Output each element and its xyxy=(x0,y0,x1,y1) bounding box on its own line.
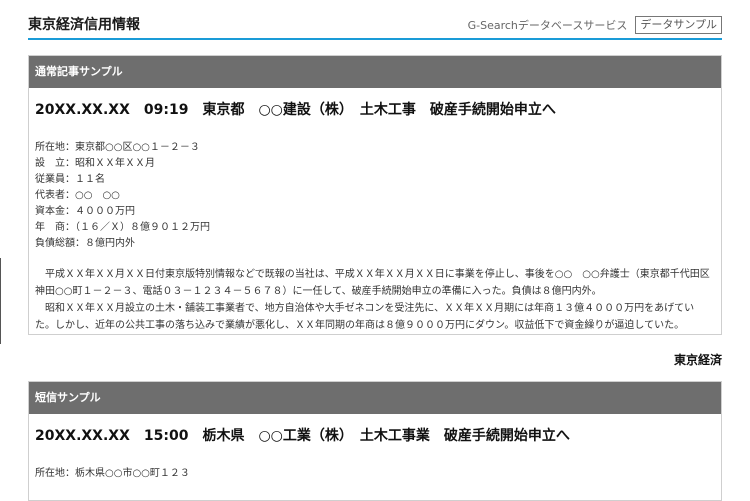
data-sample-tag[interactable]: データサンプル xyxy=(635,16,722,34)
source-attribution: 東京経済 xyxy=(673,353,722,367)
service-label[interactable]: G-Searchデータベースサービス xyxy=(468,17,628,33)
site-title: 東京経済信用情報 xyxy=(28,17,140,33)
article-paragraph: 昭和ＸＸ年ＸＸ月設立の土木・舗装工事業者で、地方自治体や大手ゼネコンを受注先に、… xyxy=(35,303,695,331)
section-header-regular: 通常記事サンプル xyxy=(29,56,721,88)
detail-capital: 資本金：４０００万円 xyxy=(35,206,135,217)
site-header: 東京経済信用情報 G-Searchデータベースサービス データサンプル xyxy=(28,0,722,40)
detail-total-debt: 負債総額：８億円内外 xyxy=(35,238,135,249)
header-right: G-Searchデータベースサービス データサンプル xyxy=(468,16,722,34)
article-headline: 20XX.XX.XX 15:00 栃木県 ○○工業（株） 土木工事業 破産手続開… xyxy=(35,428,570,444)
detail-annual-sales: 年 商：（１６／Ｘ）８億９０１２万円 xyxy=(35,222,210,233)
article-section-brief: 短信サンプル 20XX.XX.XX 15:00 栃木県 ○○工業（株） 土木工事… xyxy=(28,381,722,501)
left-edge-marker xyxy=(0,258,1,344)
article-headline: 20XX.XX.XX 09:19 東京都 ○○建設（株） 土木工事 破産手続開始… xyxy=(35,102,556,118)
article-body: 平成ＸＸ年ＸＸ月ＸＸ日付東京版特別情報などで既報の当社は、平成ＸＸ年ＸＸ月ＸＸ日… xyxy=(29,266,721,334)
detail-representative: 代表者：○○ ○○ xyxy=(35,190,120,201)
detail-address: 所在地：東京都○○区○○１－２－３ xyxy=(35,142,200,153)
detail-established: 設 立：昭和ＸＸ年ＸＸ月 xyxy=(35,158,155,169)
detail-employees: 従業員：１１名 xyxy=(35,174,105,185)
article-paragraph: 平成ＸＸ年ＸＸ月ＸＸ日付東京版特別情報などで既報の当社は、平成ＸＸ年ＸＸ月ＸＸ日… xyxy=(35,269,710,297)
section-header-brief: 短信サンプル xyxy=(29,382,721,414)
article-section-regular: 通常記事サンプル 20XX.XX.XX 09:19 東京都 ○○建設（株） 土木… xyxy=(28,55,722,335)
company-details: 所在地：東京都○○区○○１－２－３ 設 立：昭和ＸＸ年ＸＸ月 従業員：１１名 代… xyxy=(29,140,721,252)
